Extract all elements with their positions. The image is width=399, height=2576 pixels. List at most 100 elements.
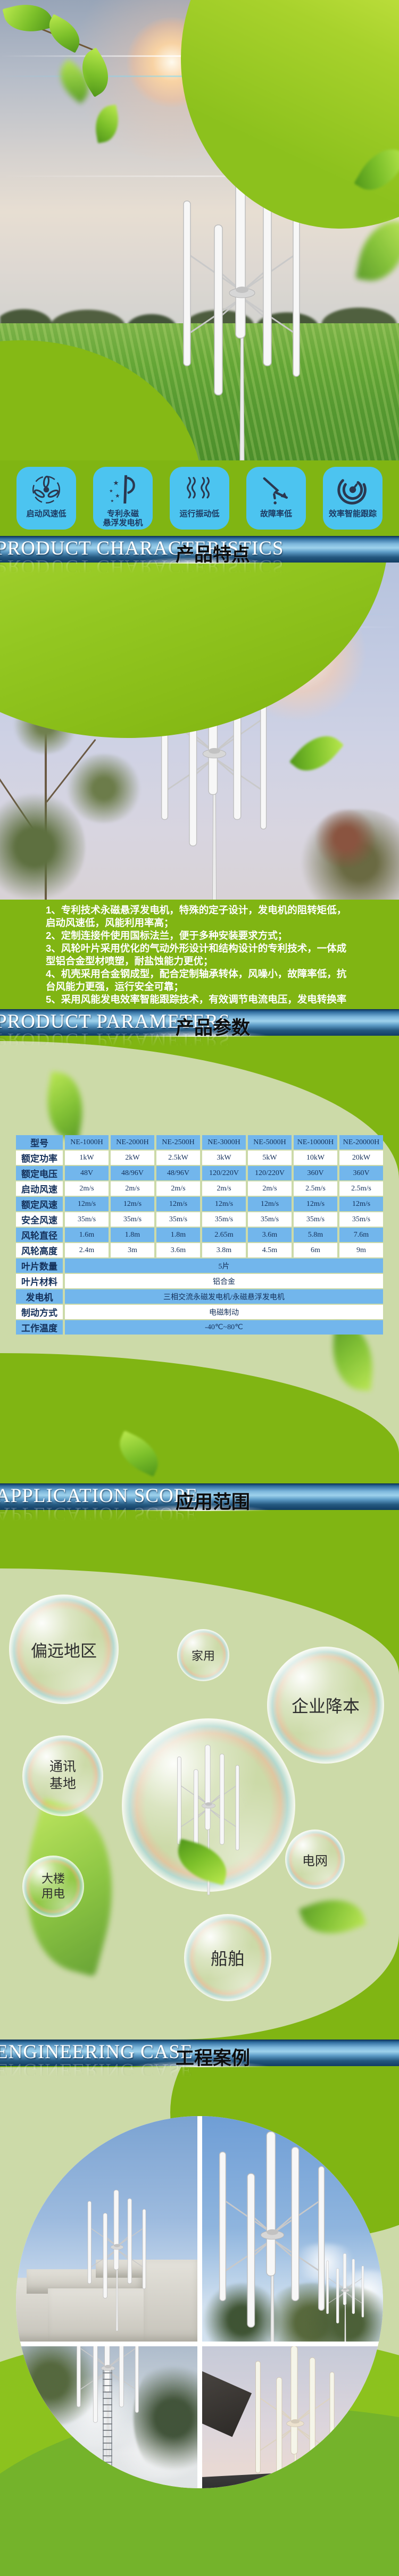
param-label-cell: 制动方式 <box>16 1305 63 1319</box>
param-value-cell: 48/96V <box>111 1166 154 1180</box>
bubble-remote-areas: 偏远地区 <box>9 1595 119 1704</box>
param-value-cell: 35m/s <box>248 1212 292 1227</box>
case-photo-roofline <box>202 2346 384 2488</box>
param-value-cell: NE-10000H <box>294 1135 337 1149</box>
param-value-cell: 12m/s <box>339 1197 383 1211</box>
param-value-cell: 48V <box>65 1166 109 1180</box>
param-row: 叶片材料铝合金 <box>16 1274 383 1288</box>
param-row: 风轮高度2.4m3m3.6m3.8m4.5m6m9m <box>16 1243 383 1257</box>
param-value-cell: 2.5m/s <box>339 1181 383 1196</box>
banner-title-zh: 产品参数 <box>176 1013 250 1040</box>
bubble-building-power: 大楼用电 <box>22 1856 84 1917</box>
rotor-icon <box>30 470 63 509</box>
wind-turbine-illustration <box>316 2238 375 2342</box>
param-value-cell: 35m/s <box>111 1212 154 1227</box>
param-value-cell: 35m/s <box>294 1212 337 1227</box>
param-label-cell: 启动风速 <box>16 1181 63 1196</box>
wind-turbine-illustration <box>234 2346 356 2488</box>
param-value-cell: 3.6m <box>156 1243 200 1257</box>
param-value-cell: 120/220V <box>248 1166 292 1180</box>
tree-foliage <box>314 809 378 868</box>
engineering-case-section <box>0 2067 399 2576</box>
param-value-cell: 2m/s <box>111 1181 154 1196</box>
param-value-cell: 三相交流永磁发电机/永磁悬浮发电机 <box>65 1289 383 1304</box>
bubble-label: 企业降本 <box>292 1693 360 1717</box>
feature-tile-label: 启动风速低 <box>26 509 66 518</box>
bubble-label: 船舶 <box>211 1945 245 1970</box>
param-value-cell: 48/96V <box>156 1166 200 1180</box>
param-value-cell: 120/220V <box>202 1166 246 1180</box>
leaf-icon <box>289 725 344 782</box>
bubble-enterprise-cost: 企业降本 <box>267 1647 384 1764</box>
wind-turbine-illustration <box>74 2167 160 2331</box>
feature-item: 3、风轮叶片采用优化的气动外形设计和结构设计的专利技术，一体成型铝合金型材喷塑，… <box>46 942 355 968</box>
param-value-cell: 2.5m/s <box>294 1181 337 1196</box>
param-value-cell: NE-2000H <box>111 1135 154 1149</box>
feature-tile-label: 运行振动低 <box>179 509 219 518</box>
param-row: 启动风速2m/s2m/s2m/s2m/s2m/s2.5m/s2.5m/s <box>16 1181 383 1196</box>
param-label-cell: 叶片材料 <box>16 1274 63 1288</box>
failure-arrow-icon <box>260 470 293 509</box>
banner-engineering-case: ENGINEERING CASE ENGINEERING CASE 工程案例 <box>0 2040 399 2066</box>
banner-title-zh: 产品特点 <box>176 540 250 567</box>
banner-product-parameters: PRODUCT PARAMETERS PRODUCT PARAMETERS 产品… <box>0 1009 399 1036</box>
lattice-mast <box>103 2370 112 2488</box>
param-label-cell: 型号 <box>16 1135 63 1149</box>
bubble-label: 家用 <box>192 1647 215 1664</box>
feature-tile-label: 故障率低 <box>260 509 292 518</box>
hero-photo <box>0 0 399 460</box>
param-value-cell: 1.6m <box>65 1228 109 1242</box>
svg-text:★: ★ <box>115 493 120 499</box>
param-value-cell: 1kW <box>65 1151 109 1165</box>
param-value-cell: 5kW <box>248 1151 292 1165</box>
feature-item: 4、机壳采用合金钢成型，配合定制轴承转体，风噪小，故障率低，抗台风能力更强，运行… <box>46 968 355 993</box>
feature-tile-patent-generator: ★ ★ ★ ★ 专利永磁 悬浮发电机 <box>93 467 153 530</box>
feature-item: 2、定制连接件使用国标法兰，便于多种安装要求方式； <box>46 929 355 942</box>
banner-title-reflection: APPLICATION SCOPE <box>0 1503 198 1525</box>
product-features-section: 1、专利技术永磁悬浮发电机，特殊的定子设计，发电机的阻转矩低，启动风速低，风能利… <box>0 900 399 1009</box>
param-row: 风轮直径1.6m1.8m1.8m2.65m3.6m5.8m7.6m <box>16 1228 383 1242</box>
param-value-cell: NE-3000H <box>202 1135 246 1149</box>
param-row: 制动方式电磁制动 <box>16 1305 383 1319</box>
feature-tile-low-start-wind: 启动风速低 <box>16 467 76 530</box>
vibration-waves-icon <box>183 470 216 509</box>
param-value-cell: -40℃~80℃ <box>65 1320 383 1335</box>
param-value-cell: 360V <box>294 1166 337 1180</box>
bubble-label: 偏远地区 <box>31 1638 97 1662</box>
param-value-cell: 35m/s <box>202 1212 246 1227</box>
bubble-label: 大楼用电 <box>40 1872 66 1901</box>
param-value-cell: 2m/s <box>156 1181 200 1196</box>
feature-tile-label: 效率智能跟踪 <box>329 509 377 518</box>
feature-tile-low-failure: 故障率低 <box>246 467 306 530</box>
param-value-cell: 20kW <box>339 1151 383 1165</box>
patent-magnet-icon: ★ ★ ★ ★ <box>106 470 139 509</box>
param-value-cell: 35m/s <box>65 1212 109 1227</box>
param-row: 发电机三相交流永磁发电机/永磁悬浮发电机 <box>16 1289 383 1304</box>
param-value-cell: 2.65m <box>202 1228 246 1242</box>
param-value-cell: 10kW <box>294 1151 337 1165</box>
bubble-label: 电网 <box>302 1850 328 1869</box>
feature-item: 1、专利技术永磁悬浮发电机，特殊的定子设计，发电机的阻转矩低，启动风速低，风能利… <box>46 904 355 929</box>
param-value-cell: 9m <box>339 1243 383 1257</box>
param-label-cell: 安全风速 <box>16 1212 63 1227</box>
param-row: 工作温度-40℃~80℃ <box>16 1320 383 1335</box>
product-detail-page: 启动风速低 ★ ★ ★ ★ 专利永磁 悬浮发电机 <box>0 0 399 2576</box>
bubble-home-use: 家用 <box>177 1629 229 1681</box>
param-value-cell: 3kW <box>202 1151 246 1165</box>
param-label-cell: 叶片数量 <box>16 1258 63 1273</box>
feature-item: 5、采用风能发电效率智能跟踪技术，有效调节电流电压，发电转换率 <box>46 993 355 1006</box>
param-value-cell: 1.8m <box>111 1228 154 1242</box>
param-label-cell: 发电机 <box>16 1289 63 1304</box>
bubble-label: 通讯基地 <box>47 1759 79 1793</box>
param-value-cell: 12m/s <box>111 1197 154 1211</box>
param-value-cell: 2.4m <box>65 1243 109 1257</box>
case-photo-collage <box>16 2116 383 2488</box>
efficiency-tracking-icon <box>336 470 369 509</box>
feature-list: 1、专利技术永磁悬浮发电机，特殊的定子设计，发电机的阻转矩低，启动风速低，风能利… <box>46 904 355 1006</box>
param-value-cell: 2m/s <box>248 1181 292 1196</box>
param-value-cell: 12m/s <box>156 1197 200 1211</box>
param-value-cell: 电磁制动 <box>65 1305 383 1319</box>
case-photo-lattice-mast <box>16 2346 197 2488</box>
bubble-ships: 船舶 <box>184 1914 271 2001</box>
param-label-cell: 工作温度 <box>16 1320 63 1335</box>
